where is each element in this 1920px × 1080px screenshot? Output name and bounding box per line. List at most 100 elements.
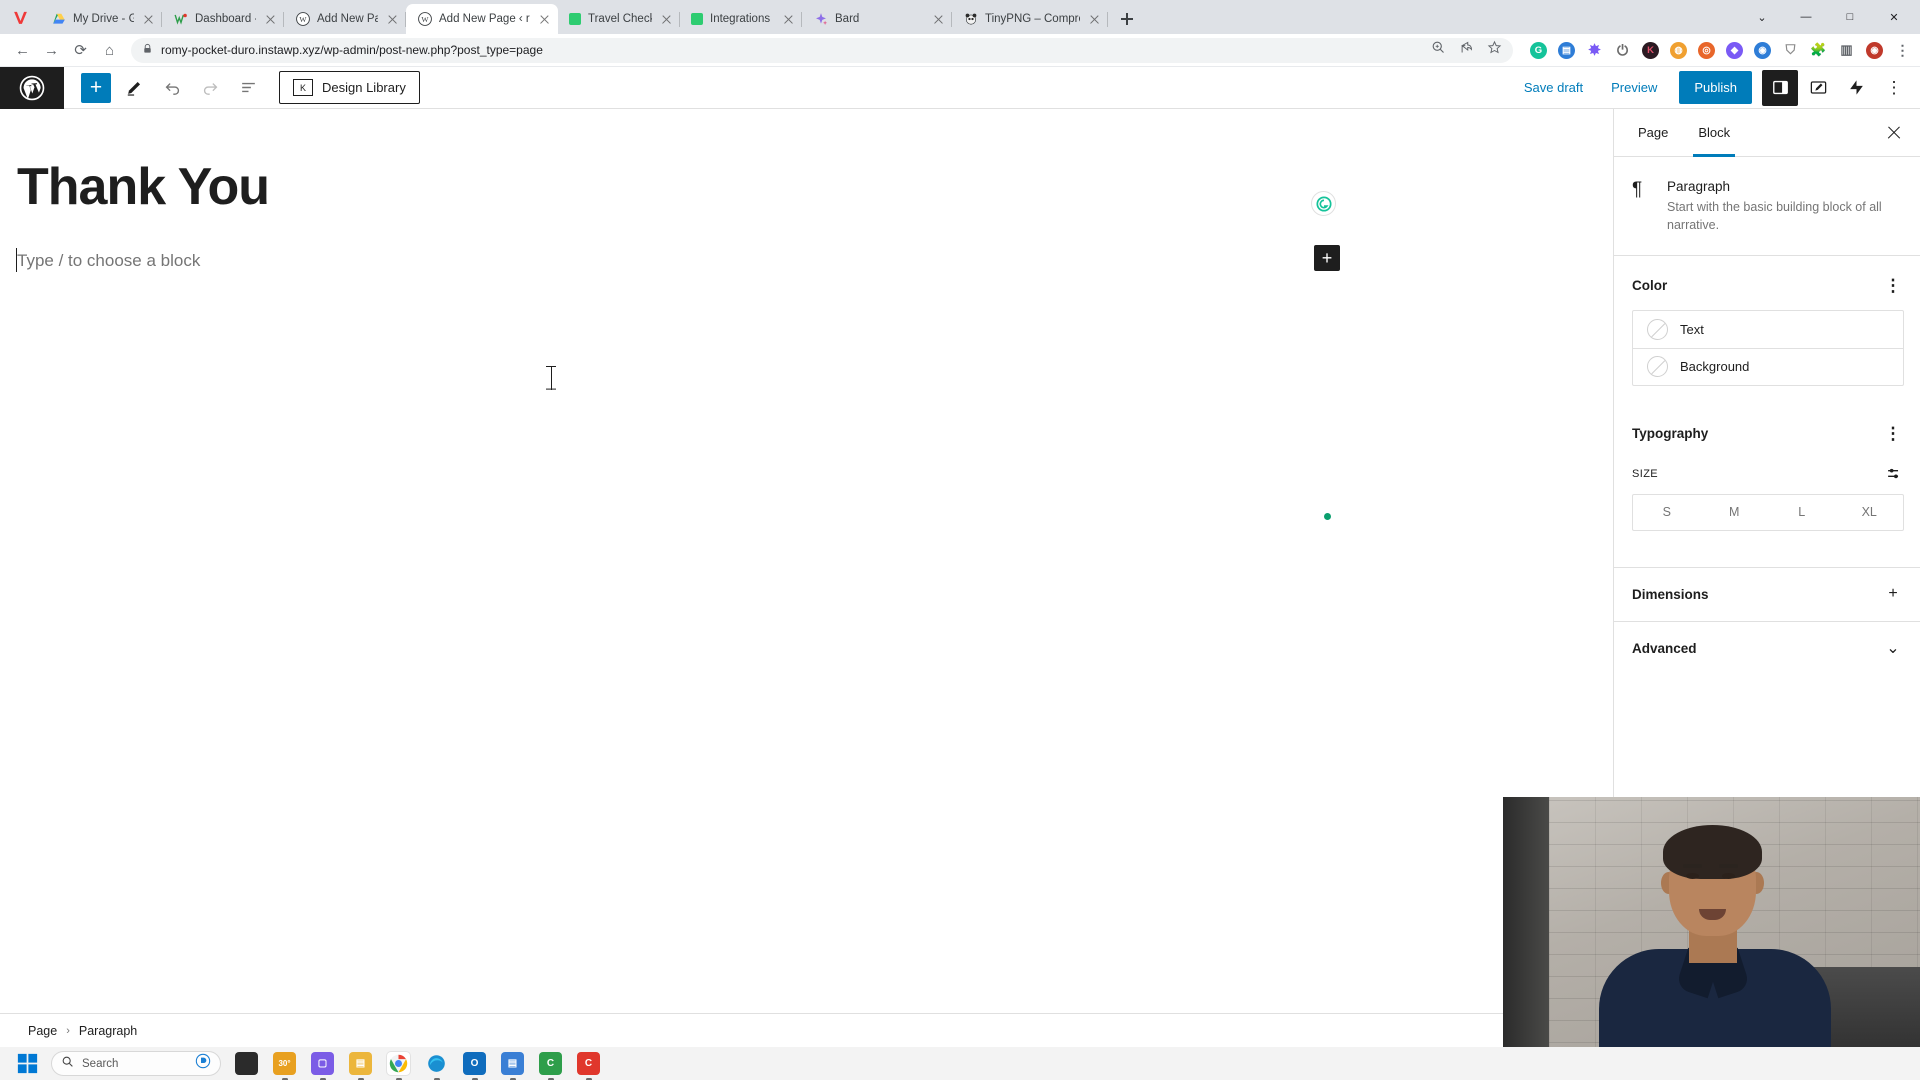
window-restore-down-icon[interactable]: ⌄ xyxy=(1740,1,1784,33)
browser-tab-3-active[interactable]: W Add New Page ‹ romy-po xyxy=(406,4,558,34)
font-size-option-xl[interactable]: XL xyxy=(1836,495,1904,530)
tab-close-icon[interactable] xyxy=(931,12,946,27)
browser-tab-title: Integrations | MailerLite xyxy=(710,13,774,25)
camtasia-recorder-icon[interactable]: C xyxy=(577,1052,600,1080)
tab-close-icon[interactable] xyxy=(781,12,796,27)
taskbar-search-input[interactable]: Search xyxy=(51,1051,221,1076)
color-row-text[interactable]: Text xyxy=(1633,311,1903,348)
notepad-icon[interactable]: ▤ xyxy=(501,1052,524,1080)
window-maximize-icon[interactable]: □ xyxy=(1828,1,1872,33)
typography-section-title: Typography xyxy=(1632,426,1709,441)
wordpress-extension-icon[interactable]: ◍ xyxy=(1670,41,1687,59)
preview-button[interactable]: Preview xyxy=(1597,71,1671,104)
block-inserter-button[interactable]: + xyxy=(1314,245,1340,271)
notes-extension-icon[interactable]: ▤ xyxy=(1558,41,1575,59)
breadcrumb-item-page[interactable]: Page xyxy=(28,1024,57,1038)
dimensions-section[interactable]: Dimensions + xyxy=(1614,566,1920,621)
typography-sliders-icon[interactable] xyxy=(1882,462,1906,486)
color-options-icon[interactable]: ⋮ xyxy=(1880,273,1906,299)
windows-start-icon[interactable] xyxy=(17,1053,38,1074)
back-icon[interactable]: ← xyxy=(9,37,36,64)
tab-block[interactable]: Block xyxy=(1683,109,1745,157)
sidepanel-icon[interactable]: ▥ xyxy=(1838,42,1855,59)
bookmark-star-icon[interactable] xyxy=(1487,40,1502,60)
home-icon[interactable]: ⌂ xyxy=(96,37,123,64)
list-view-icon[interactable] xyxy=(229,69,267,107)
font-size-option-s[interactable]: S xyxy=(1633,495,1701,530)
editor-canvas[interactable]: Thank You Type / to choose a block + xyxy=(0,109,1613,1015)
screen-root: My Drive - Google Drive Dashboard - Inst… xyxy=(0,0,1920,1080)
redo-icon[interactable] xyxy=(191,69,229,107)
editor-header: + K Design Library Save draft Preview Pu… xyxy=(0,66,1920,109)
edit-mode-icon[interactable] xyxy=(1800,70,1836,106)
shield-extension-icon[interactable]: ⛉ xyxy=(1782,42,1799,59)
browser-tab-7[interactable]: TinyPNG – Compress Web xyxy=(952,4,1108,34)
forward-icon[interactable]: → xyxy=(38,37,65,64)
window-close-icon[interactable]: ✕ xyxy=(1872,1,1916,33)
advanced-section[interactable]: Advanced ⌄ xyxy=(1614,620,1920,675)
orange-extension-icon[interactable]: ◎ xyxy=(1698,41,1715,59)
publish-button[interactable]: Publish xyxy=(1679,71,1752,104)
font-size-option-l[interactable]: L xyxy=(1768,495,1836,530)
settings-extension-icon[interactable]: ✸ xyxy=(1586,42,1603,59)
browser-menu-icon[interactable]: ⋮ xyxy=(1894,42,1911,59)
weather-widget-icon[interactable]: 30° xyxy=(273,1052,296,1080)
file-explorer-dark-icon[interactable] xyxy=(235,1052,258,1075)
profile-avatar-icon[interactable]: ◉ xyxy=(1866,41,1883,59)
tab-page[interactable]: Page xyxy=(1623,109,1683,157)
puzzle-extension-icon[interactable]: 🧩 xyxy=(1810,42,1827,59)
paragraph-placeholder[interactable]: Type / to choose a block xyxy=(17,248,200,274)
grammarly-extension-icon[interactable]: G xyxy=(1530,41,1547,59)
address-bar[interactable]: romy-pocket-duro.instawp.xyz/wp-admin/po… xyxy=(131,37,1513,63)
dimensions-add-icon[interactable]: + xyxy=(1880,581,1906,607)
wordpress-icon: W xyxy=(295,12,310,27)
outlook-icon[interactable]: O xyxy=(463,1052,486,1080)
jetpack-icon[interactable] xyxy=(1838,70,1874,106)
tab-close-icon[interactable] xyxy=(141,12,156,27)
tab-close-icon[interactable] xyxy=(659,12,674,27)
chrome-icon[interactable] xyxy=(387,1052,410,1080)
settings-panel-icon[interactable] xyxy=(1762,69,1798,106)
window-minimize-icon[interactable]: — xyxy=(1784,1,1828,33)
typography-options-icon[interactable]: ⋮ xyxy=(1880,421,1906,447)
close-sidebar-icon[interactable] xyxy=(1877,116,1911,150)
zoom-app-icon[interactable]: ▢ xyxy=(311,1052,334,1080)
reload-icon[interactable]: ⟳ xyxy=(67,37,94,64)
zoom-icon[interactable] xyxy=(1431,40,1446,60)
color-row-background[interactable]: Background xyxy=(1633,347,1903,385)
save-draft-button[interactable]: Save draft xyxy=(1510,71,1597,104)
advanced-chevron-down-icon[interactable]: ⌄ xyxy=(1880,635,1906,661)
browser-tab-1[interactable]: Dashboard - InstaWP xyxy=(162,4,284,34)
grammarly-status-icon[interactable] xyxy=(1311,191,1336,216)
breadcrumb-item-paragraph[interactable]: Paragraph xyxy=(79,1024,137,1038)
file-explorer-icon[interactable]: ▤ xyxy=(349,1052,372,1080)
design-library-button[interactable]: K Design Library xyxy=(279,71,420,104)
browser-tab-5[interactable]: Integrations | MailerLite xyxy=(680,4,802,34)
tab-close-icon[interactable] xyxy=(263,12,278,27)
size-control-header: SIZE xyxy=(1614,458,1920,494)
pencil-icon[interactable] xyxy=(115,69,153,107)
tab-close-icon[interactable] xyxy=(537,12,552,27)
page-title[interactable]: Thank You xyxy=(17,157,270,217)
tab-close-icon[interactable] xyxy=(1087,12,1102,27)
undo-icon[interactable] xyxy=(153,69,191,107)
tab-close-icon[interactable] xyxy=(385,12,400,27)
add-block-button[interactable]: + xyxy=(81,72,111,103)
share-icon[interactable] xyxy=(1459,40,1474,60)
purple-extension-icon[interactable]: ◆ xyxy=(1726,41,1743,59)
kagi-extension-icon[interactable]: K xyxy=(1642,41,1659,59)
edge-icon[interactable] xyxy=(425,1052,448,1080)
power-extension-icon[interactable]: ⏻ xyxy=(1614,42,1631,59)
instawp-icon xyxy=(173,12,188,27)
wordpress-logo-icon[interactable] xyxy=(0,66,64,109)
browser-tab-4[interactable]: Travel Checklist | Rich text xyxy=(558,4,680,34)
blue-extension-icon[interactable]: ◉ xyxy=(1754,41,1771,59)
browser-tab-0[interactable]: My Drive - Google Drive xyxy=(40,4,162,34)
camtasia-icon[interactable]: C xyxy=(539,1052,562,1080)
copilot-icon[interactable] xyxy=(195,1053,211,1074)
font-size-option-m[interactable]: M xyxy=(1701,495,1769,530)
new-tab-button[interactable] xyxy=(1114,6,1140,32)
more-options-icon[interactable]: ⋮ xyxy=(1876,70,1912,106)
browser-tab-2[interactable]: W Add New Page ‹ romy-po xyxy=(284,4,406,34)
browser-tab-6[interactable]: Bard xyxy=(802,4,952,34)
